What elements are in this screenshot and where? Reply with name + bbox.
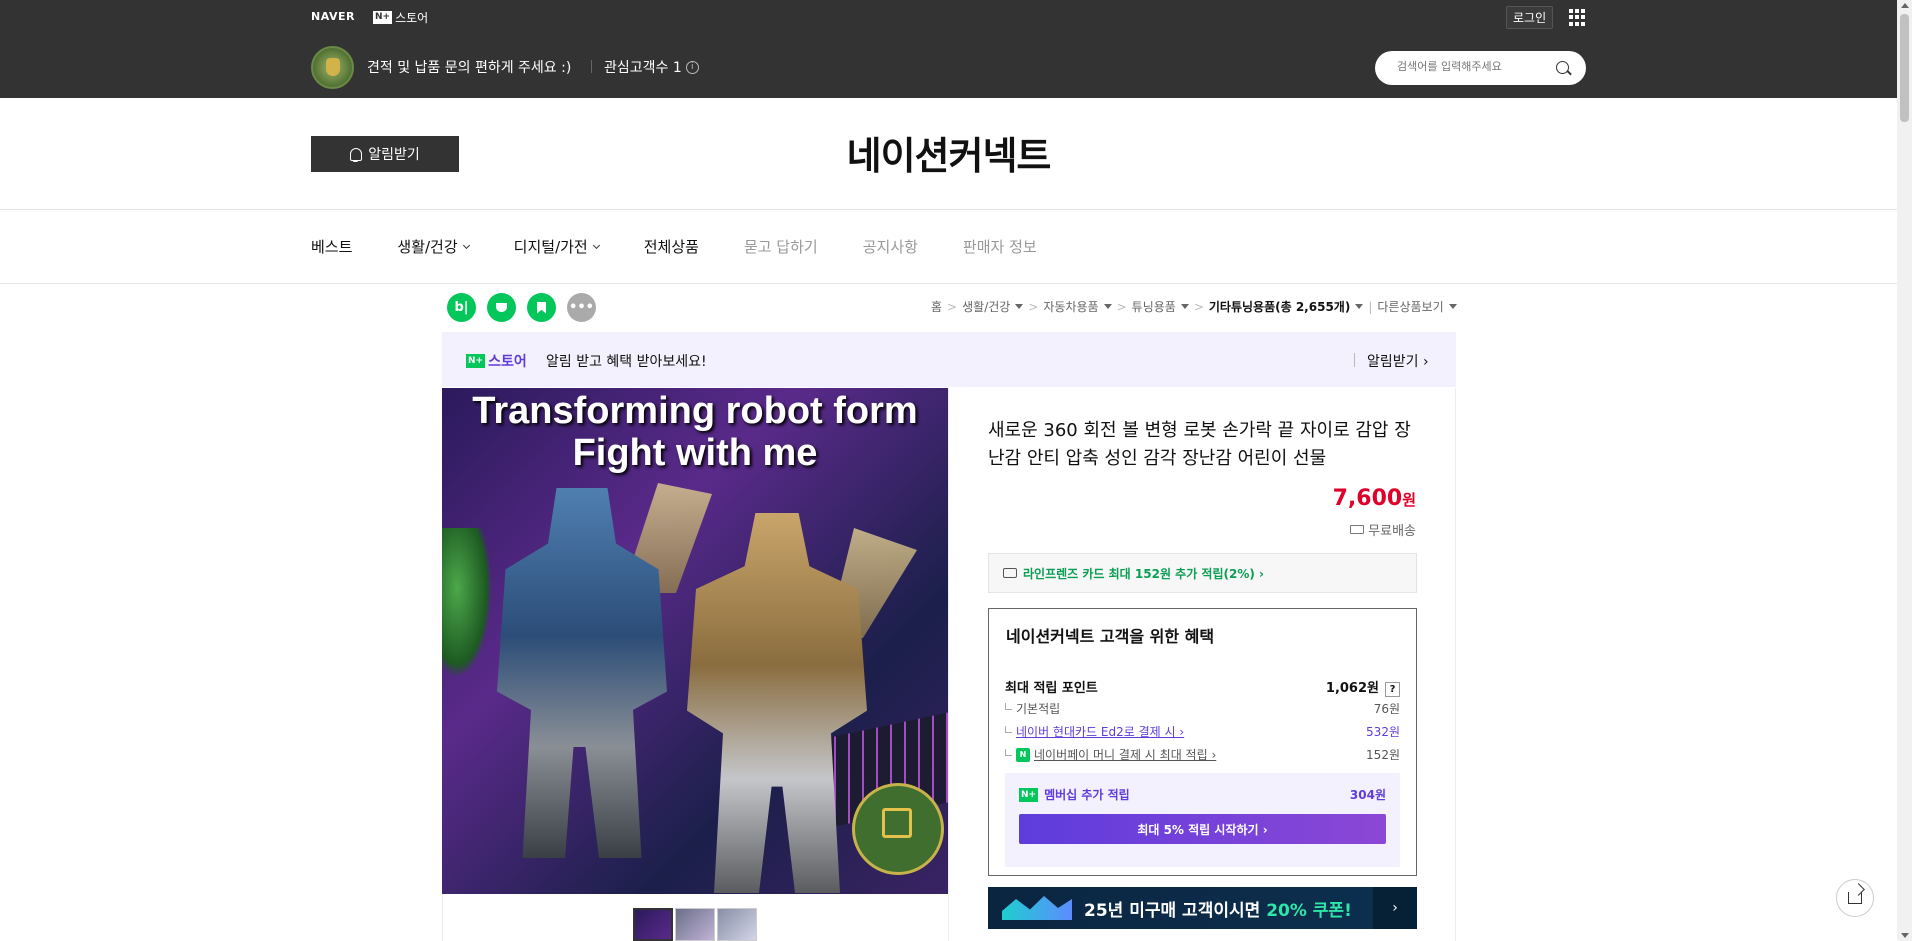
banner-art [1002, 896, 1072, 920]
nav-item-notice[interactable]: 공지사항 [863, 236, 918, 257]
divider [0, 209, 1897, 210]
caret-down-icon[interactable] [1103, 304, 1112, 309]
share-button[interactable] [1836, 879, 1874, 917]
chevron-right-icon[interactable]: › [1373, 887, 1417, 929]
store-description: 견적 및 납품 문의 편하게 주세요 :) [367, 60, 572, 76]
divider [1354, 353, 1355, 367]
share-icon [1848, 892, 1862, 904]
breadcrumb: 홈 > 생활/건강 > 자동차용품 > 튜닝용품 > 기타튜닝용품(총 2,65… [931, 298, 1457, 315]
scroll-up-icon[interactable] [1901, 3, 1909, 8]
scroll-thumb[interactable] [1900, 14, 1909, 122]
shipping-info: 무료배송 [1340, 520, 1416, 539]
promo-text: 알림 받고 혜택 받아보세요! [546, 354, 707, 370]
info-icon[interactable]: i [685, 60, 699, 74]
login-button[interactable]: 로그인 [1506, 6, 1554, 29]
blog-share-icon[interactable]: b| [447, 293, 476, 322]
top-header: NAVER N+ 스토어 로그인 견적 및 납품 문의 편하게 주세요 :) 관… [0, 0, 1897, 98]
notification-promo-bar: N+ 스토어 알림 받고 혜택 받아보세요! 알림받기 › [442, 332, 1456, 387]
thumbnail[interactable] [675, 908, 715, 941]
npay-icon: N [1016, 747, 1030, 762]
membership-box: N+ 멤버십 추가 적립 304원 최대 5% 적립 시작하기 › [1005, 773, 1400, 867]
membership-value: 304원 [1349, 788, 1386, 802]
membership-start-button[interactable]: 최대 5% 적립 시작하기 › [1019, 814, 1386, 844]
npay-link[interactable]: 네이버페이 머니 결제 시 최대 적립 › [1034, 746, 1216, 763]
thumbnail[interactable] [717, 908, 757, 941]
nplus-store-logo[interactable]: N+ 스토어 [373, 9, 428, 26]
thumbnail[interactable] [633, 908, 673, 941]
nav-item-digital[interactable]: 디지털/가전 [514, 236, 600, 257]
points-row-hyundai-card: 네이버 현대카드 Ed2로 결제 시 › 532원 [1005, 723, 1400, 740]
points-row-basic: 기본적립 76원 [1005, 700, 1400, 717]
nav-item-all-products[interactable]: 전체상품 [644, 236, 699, 257]
breadcrumb-cat3[interactable]: 튜닝용품 [1132, 298, 1176, 315]
favorite-customers[interactable]: 관심고객수 1 i [604, 57, 699, 77]
nplus-store-logo: N+ 스토어 [466, 354, 527, 370]
card-icon [1003, 568, 1017, 578]
breadcrumb-cat1[interactable]: 생활/건강 [962, 298, 1010, 315]
chevron-down-icon [592, 241, 600, 249]
caret-down-icon[interactable] [1448, 304, 1457, 309]
product-main-image[interactable]: Transforming robot form Fight with me [442, 388, 948, 894]
breadcrumb-home[interactable]: 홈 [931, 298, 942, 315]
caret-down-icon[interactable] [1180, 304, 1189, 309]
points-row-npay: N 네이버페이 머니 결제 시 최대 적립 › 152원 [1005, 746, 1400, 763]
max-points-row: 최대 적립 포인트 1,062원? [1005, 677, 1400, 697]
more-icon[interactable]: ••• [567, 293, 596, 322]
cafe-share-icon[interactable] [487, 293, 516, 322]
truck-icon [1350, 525, 1365, 534]
store-logo[interactable] [311, 46, 354, 89]
nav-item-qna[interactable]: 묻고 답하기 [744, 236, 818, 257]
search-icon[interactable] [1556, 61, 1569, 74]
nav-item-living-health[interactable]: 생활/건강 [397, 236, 470, 257]
divider [591, 60, 592, 73]
benefit-box: 네이션커넥트 고객을 위한 혜택 최대 적립 포인트 1,062원? 기본적립 … [988, 608, 1417, 876]
store-title[interactable]: 네이션커넥트 [0, 125, 1897, 180]
product-title: 새로운 360 회전 볼 변형 로봇 손가락 끝 자이로 감압 장난감 안티 압… [988, 420, 1411, 469]
thumbnail-strip [633, 908, 757, 941]
nav-item-best[interactable]: 베스트 [311, 236, 352, 257]
breadcrumb-cat2[interactable]: 자동차용품 [1043, 298, 1098, 315]
scrollbar[interactable] [1897, 0, 1912, 941]
naver-logo[interactable]: NAVER [311, 10, 355, 23]
nplus-label: 스토어 [395, 11, 429, 25]
hyundai-card-link[interactable]: 네이버 현대카드 Ed2로 결제 시 › [1016, 723, 1184, 740]
nav-item-seller-info[interactable]: 판매자 정보 [963, 236, 1037, 257]
chevron-down-icon [462, 241, 470, 249]
benefit-title: 네이션커넥트 고객을 위한 혜택 [1006, 627, 1215, 646]
image-headline: Transforming robot form Fight with me [472, 390, 918, 474]
robot-figure [687, 513, 867, 893]
divider [0, 283, 1897, 284]
scroll-down-icon[interactable] [1901, 933, 1909, 938]
search-input[interactable] [1395, 59, 1545, 74]
nplus-box: N+ [373, 11, 393, 24]
search-box [1375, 51, 1586, 85]
coupon-banner[interactable]: 25년 미구매 고객이시면 20% 쿠폰! › [988, 887, 1417, 929]
category-nav: 베스트 생활/건강 디지털/가전 전체상품 묻고 답하기 공지사항 판매자 정보 [311, 236, 1082, 257]
help-icon[interactable]: ? [1385, 682, 1400, 697]
bookmark-icon[interactable] [527, 293, 556, 322]
favorite-count: 관심고객수 1 [604, 60, 682, 76]
breadcrumb-cat4[interactable]: 기타튜닝용품(총 2,655개) [1209, 298, 1350, 315]
caret-down-icon[interactable] [1015, 304, 1024, 309]
caret-down-icon[interactable] [1355, 304, 1364, 309]
gift-icon [882, 808, 912, 838]
product-price: 7,600원 [1332, 486, 1416, 511]
promo-alarm-link[interactable]: 알림받기 › [1367, 351, 1429, 371]
breadcrumb-other[interactable]: 다른상품보기 [1377, 298, 1443, 315]
card-offer[interactable]: 라인프렌즈 카드 최대 152원 추가 적립(2%) › [988, 553, 1417, 593]
membership-label: N+ 멤버십 추가 적립 [1019, 787, 1130, 802]
app-grid-icon[interactable] [1569, 9, 1586, 26]
